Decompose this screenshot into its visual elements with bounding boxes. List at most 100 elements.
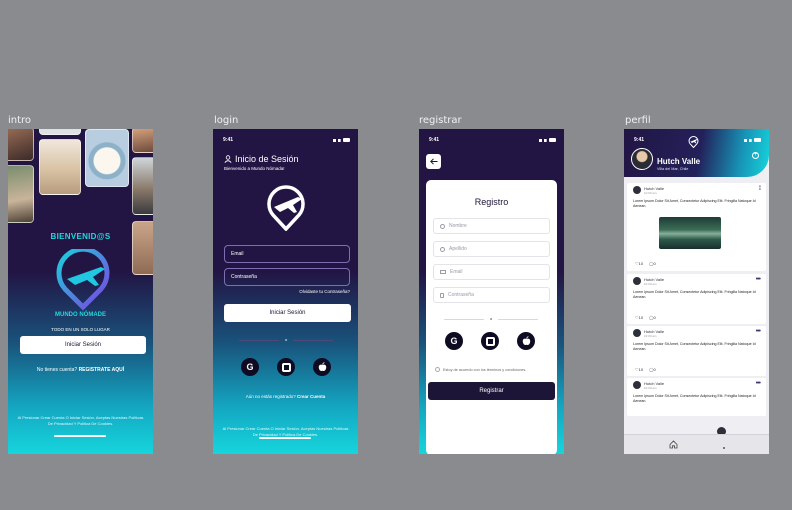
like-count: 10 [638, 367, 644, 372]
brand-name: MUNDO NÓMADE [55, 312, 106, 318]
social-register-row: G [445, 332, 535, 350]
comment-count-row[interactable]: ◯0 [649, 367, 656, 372]
login-title: Inicio de Sesión [235, 154, 299, 164]
back-button[interactable] [426, 154, 441, 169]
terms-text: Estoy de acuerdo con los términos y cond… [443, 367, 527, 372]
post-text: Lorem Ipsum Dolor Sit Amet, Consectetur … [633, 290, 756, 299]
intro-register-prompt: No tienes cuenta? REGISTRATE AQUÍ [8, 367, 153, 373]
post-time: 10:00 am [644, 334, 657, 338]
register-screen: 9:41 Registro Nombre Apellido Email Cont… [419, 129, 564, 454]
register-button[interactable]: Registrar [428, 382, 555, 400]
battery-icon [549, 138, 556, 142]
google-icon: G [450, 336, 458, 346]
lock-icon [440, 292, 444, 298]
login-button[interactable]: Iniciar Sesión [224, 304, 351, 322]
frame-label-perfil: perfil [625, 115, 651, 126]
comment-count-row[interactable]: ◯0 [649, 261, 656, 266]
frame-label-login: login [214, 115, 239, 126]
intro-screen: BIENVENID@S MUNDO NÓMADE TODO EN UN SOLO… [8, 129, 153, 454]
intro-legal-text: Al Presionar Crear Cuenta O Iniciar Sesi… [17, 415, 144, 426]
password-field[interactable]: Contraseña [433, 287, 550, 303]
profile-screen: 9:41 Hutch Valle Villa del Mar, Chile + … [624, 129, 769, 454]
login-register-prompt: Aún no estás registrado? Crear Cuenta [213, 394, 358, 399]
status-bar: 9:41 [223, 137, 350, 143]
envelope-icon [440, 270, 446, 274]
google-login-button[interactable]: G [241, 358, 259, 376]
post-card: Hutch Valle 10:00 am ⁞⁞ Lorem Ipsum Dolo… [627, 183, 766, 271]
photo-tile [132, 157, 153, 215]
social-login-row: G [241, 358, 331, 376]
add-icon[interactable]: + [752, 152, 759, 159]
password-field[interactable]: Contraseña [224, 268, 350, 286]
comment-count: 0 [653, 315, 656, 320]
facebook-icon [485, 336, 495, 346]
profile-location: Villa del Mar, Chile [657, 167, 689, 171]
more-options-icon[interactable]: ••• [756, 328, 761, 335]
tab-dot[interactable] [723, 447, 725, 449]
post-time: 10:00 am [644, 191, 657, 195]
post-avatar [633, 186, 641, 194]
photo-tile [85, 129, 129, 187]
home-indicator [54, 435, 106, 437]
name-field[interactable]: Nombre [433, 218, 550, 234]
tagline: TODO EN UN SOLO LUGAR [51, 327, 110, 332]
user-icon [440, 246, 445, 252]
more-options-icon[interactable]: ••• [756, 380, 761, 387]
like-count-row[interactable]: ♡10 [635, 261, 643, 266]
more-options-icon[interactable]: ••• [756, 276, 761, 283]
photo-tile [39, 139, 81, 195]
battery-icon [343, 138, 350, 142]
surname-field[interactable]: Apellido [433, 241, 550, 257]
register-link[interactable]: REGISTRATE AQUÍ [79, 367, 125, 373]
facebook-register-button[interactable] [481, 332, 499, 350]
facebook-login-button[interactable] [277, 358, 295, 376]
welcome-heading: BIENVENID@S [50, 232, 111, 241]
status-time: 9:41 [223, 137, 234, 143]
status-bar: 9:41 [429, 137, 556, 143]
user-icon [440, 223, 445, 229]
like-count: 10 [638, 315, 644, 320]
plane-logo-icon [267, 185, 305, 231]
email-field[interactable]: Email [224, 245, 350, 263]
google-icon: G [246, 362, 254, 372]
post-avatar [633, 381, 641, 389]
post-card: Hutch Valle 10:00 am ••• Lorem Ipsum Dol… [627, 326, 766, 376]
status-time: 9:41 [429, 137, 440, 143]
email-field[interactable]: Email [433, 264, 550, 280]
post-card: Hutch Valle 10:00 am ••• Lorem Ipsum Dol… [627, 274, 766, 324]
photo-tile [8, 129, 34, 161]
home-icon[interactable] [669, 440, 678, 449]
like-count-row[interactable]: ♡10 [635, 367, 643, 372]
battery-icon [754, 138, 761, 142]
apple-register-button[interactable] [517, 332, 535, 350]
or-text: o [490, 316, 493, 321]
bottom-tab-bar [624, 434, 769, 454]
terms-checkbox[interactable] [435, 367, 440, 372]
divider-line [293, 340, 333, 341]
signal-icon [333, 138, 341, 142]
intro-login-button[interactable]: Iniciar Sesión [20, 336, 146, 354]
home-indicator [465, 437, 517, 439]
login-subtitle: Bienvenido a Mundo Nómada! [224, 166, 285, 171]
apple-login-button[interactable] [313, 358, 331, 376]
post-text: Lorem Ipsum Dolor Sit Amet, Consectetur … [633, 199, 756, 208]
signal-icon [744, 138, 752, 142]
divider-line [239, 340, 279, 341]
google-register-button[interactable]: G [445, 332, 463, 350]
grid-menu-icon[interactable]: ⁞⁞ [759, 186, 762, 192]
create-account-link[interactable]: Crear Cuenta [297, 394, 325, 399]
user-icon [224, 155, 232, 163]
comment-count-row[interactable]: ◯0 [649, 315, 656, 320]
apple-icon [318, 362, 326, 372]
or-text: o [285, 337, 288, 342]
register-card: Registro Nombre Apellido Email Contraseñ… [426, 180, 557, 454]
signal-icon [539, 138, 547, 142]
profile-header: 9:41 Hutch Valle Villa del Mar, Chile + [624, 129, 769, 177]
like-count-row[interactable]: ♡10 [635, 315, 643, 320]
profile-avatar[interactable] [631, 148, 653, 170]
apple-icon [522, 336, 530, 346]
post-text: Lorem Ipsum Dolor Sit Amet, Consectetur … [633, 394, 756, 403]
arrow-left-icon [429, 158, 437, 165]
comment-count: 0 [653, 367, 656, 372]
forgot-password-link[interactable]: Olvidaste tu Contraseña? [299, 289, 350, 294]
